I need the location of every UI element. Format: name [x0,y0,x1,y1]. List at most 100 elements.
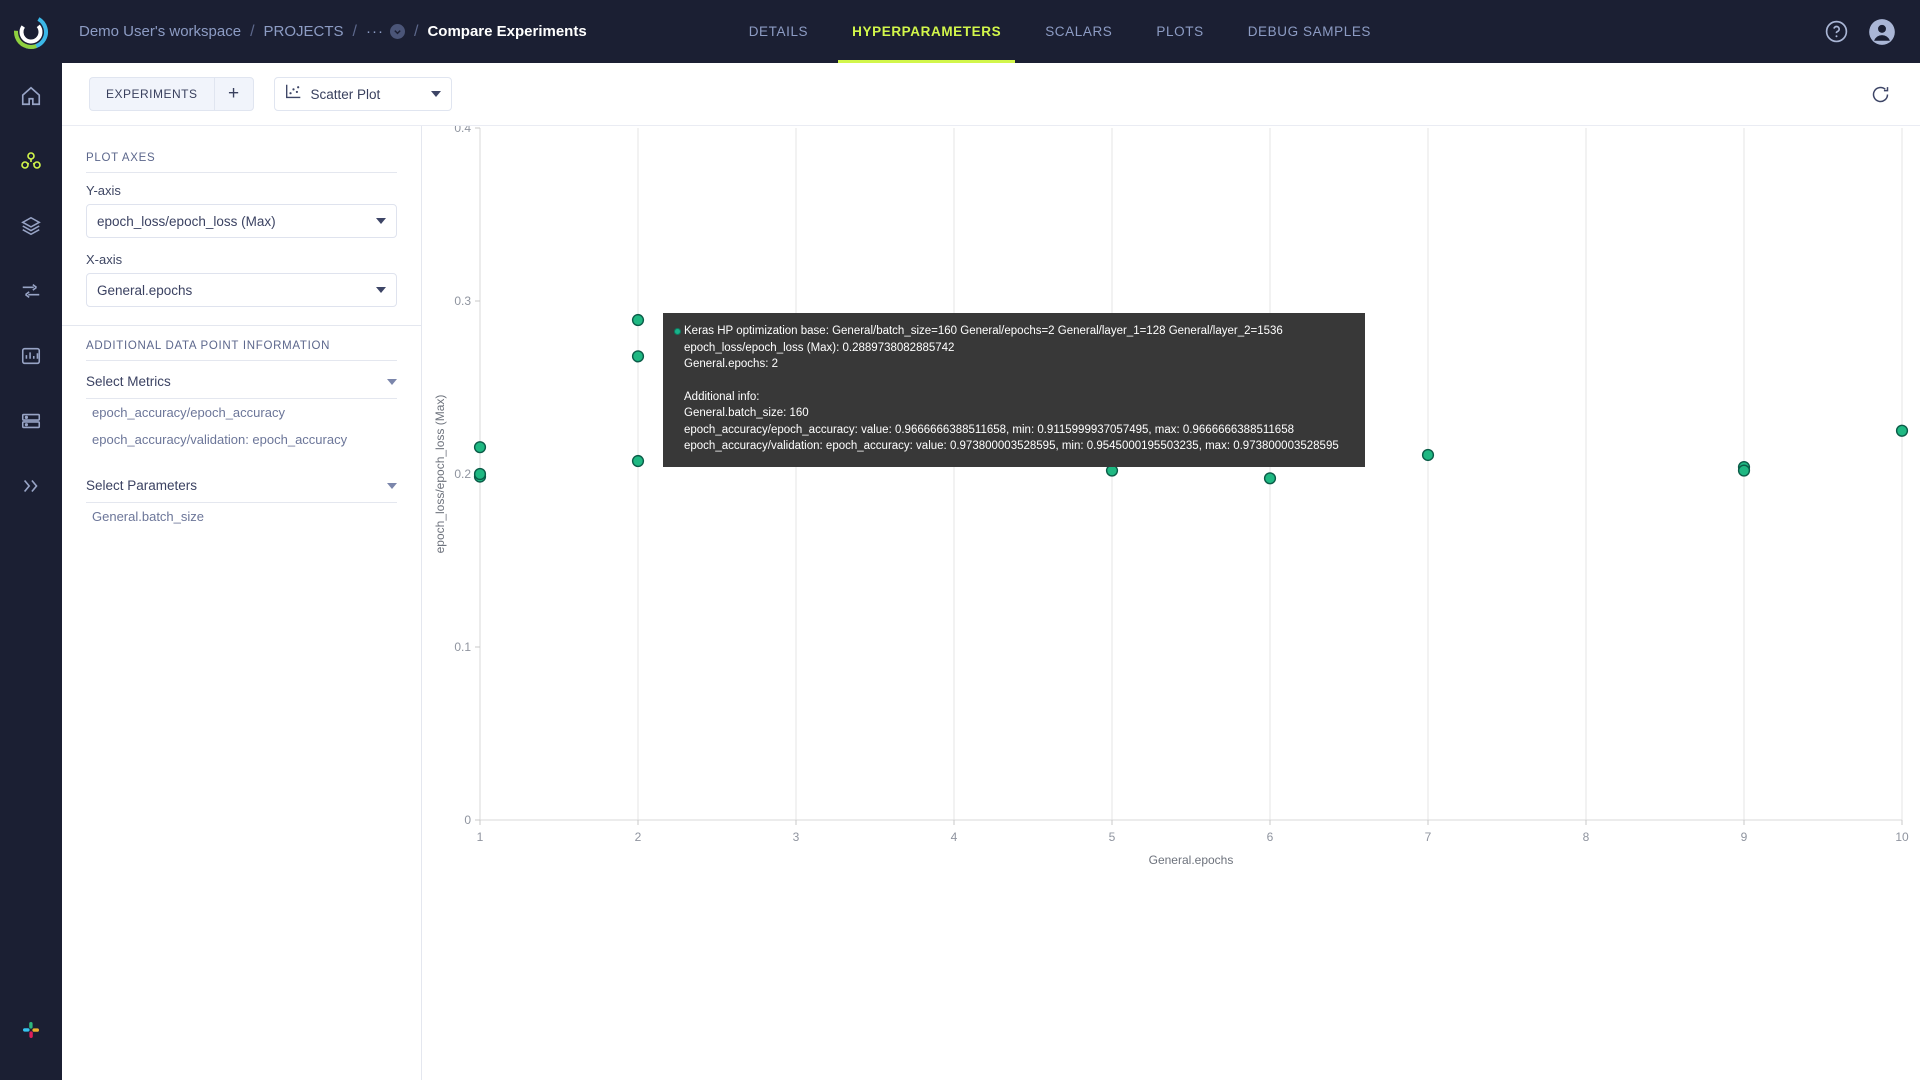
y-tick-label: 0.1 [454,640,471,654]
tooltip-parameter-line: General.epochs: 2 [684,358,778,370]
sidebar-item-models[interactable] [0,453,62,518]
x-tick-label: 3 [793,830,800,844]
tab-hyperparameters[interactable]: HYPERPARAMETERS [830,0,1023,63]
sidebar-item-workers[interactable] [0,388,62,453]
main-nav-tabs: DETAILS HYPERPARAMETERS SCALARS PLOTS DE… [727,0,1393,63]
tooltip-marker-dot [674,328,681,335]
tooltip-additional-header: Additional info: [684,390,760,403]
y-tick-label: 0.2 [454,467,471,481]
breadcrumb-workspace[interactable]: Demo User's workspace [79,23,241,40]
y-axis-select[interactable]: epoch_loss/epoch_loss (Max) [86,204,397,238]
sidebar-item-projects[interactable] [0,128,62,193]
chevron-down-icon[interactable] [390,24,405,39]
x-tick-label: 1 [477,830,484,844]
chevron-down-icon [430,91,441,97]
tooltip-title: Keras HP optimization base: General/batc… [684,325,1283,337]
divider [62,325,421,326]
scatter-point[interactable] [473,467,487,481]
metric-item[interactable]: epoch_accuracy/validation: epoch_accurac… [86,426,397,453]
y-axis-title: epoch_loss/epoch_loss (Max) [433,395,447,554]
plot-axes-title: PLOT AXES [86,152,156,164]
tab-details[interactable]: DETAILS [727,0,830,63]
x-tick-label: 9 [1741,830,1748,844]
sidebar-item-home[interactable] [0,63,62,128]
breadcrumb-current: Compare Experiments [427,23,587,40]
sidebar-item-reports[interactable] [0,323,62,388]
scatter-point[interactable] [1895,424,1909,437]
x-tick-label: 7 [1425,830,1432,844]
add-experiment-button[interactable]: + [213,77,254,111]
y-tick-label: 0 [464,813,471,827]
plot-config-sidebar: PLOT AXES Y-axis epoch_loss/epoch_loss (… [62,126,422,1080]
y-axis-label: Y-axis [86,183,121,198]
tooltip-additional-line: epoch_accuracy/epoch_accuracy: value: 0.… [684,423,1294,436]
scatter-point[interactable] [631,313,645,327]
additional-info-title: ADDITIONAL DATA POINT INFORMATION [86,340,331,352]
tab-plots[interactable]: PLOTS [1134,0,1225,63]
experiments-button[interactable]: EXPERIMENTS [89,77,214,111]
tooltip-additional-line: General.batch_size: 160 [684,407,809,419]
scatter-point[interactable] [1263,472,1277,485]
scatter-point[interactable] [1421,448,1435,462]
scatter-plot-chart[interactable]: 0 0.1 0.2 0.3 0.4 1 2 3 4 5 6 7 8 9 10 General.epochs ep… [422,126,1920,1080]
top-bar: Demo User's workspace / PROJECTS / ··· /… [62,0,1920,63]
tooltip-metric-line: epoch_loss/epoch_loss (Max): 0.288973808… [684,341,955,354]
account-circle-icon[interactable] [1868,18,1896,46]
breadcrumb-separator: / [414,22,419,40]
breadcrumb-separator: / [352,22,357,40]
left-nav-rail [0,0,62,1080]
y-tick-label: 0.3 [454,294,471,308]
scatter-plot-icon [285,83,302,105]
scatter-point[interactable] [473,441,487,454]
x-axis-field: X-axis General.epochs [62,242,421,311]
x-tick-label: 10 [1895,830,1909,844]
chevron-down-icon [376,218,386,224]
sidebar-item-pipelines[interactable] [0,258,62,323]
tooltip-additional-line: epoch_accuracy/validation: epoch_accurac… [684,440,1339,452]
chevron-down-icon [387,482,397,489]
breadcrumb-separator: / [250,22,255,40]
plot-type-value: Scatter Plot [310,86,381,102]
x-tick-label: 8 [1583,830,1590,844]
tab-debug-samples[interactable]: DEBUG SAMPLES [1226,0,1393,63]
x-tick-label: 6 [1267,830,1274,844]
scatter-point[interactable] [631,454,645,468]
breadcrumb: Demo User's workspace / PROJECTS / ··· /… [79,23,587,41]
select-metrics-toggle[interactable]: Select Metrics [86,365,397,399]
select-metrics-picker: Select Metrics epoch_accuracy/epoch_accu… [62,361,421,453]
x-tick-label: 5 [1109,830,1116,844]
x-axis-value: General.epochs [97,282,193,298]
y-tick-label: 0.4 [454,126,471,135]
scatter-point[interactable] [631,350,645,363]
datapoint-tooltip: Keras HP optimization base: General/batc… [663,313,1365,467]
tab-scalars[interactable]: SCALARS [1023,0,1134,63]
plot-type-select[interactable]: Scatter Plot [273,77,452,111]
sidebar-item-datasets[interactable] [0,193,62,258]
x-tick-label: 2 [635,830,642,844]
select-parameters-picker: Select Parameters General.batch_size [62,465,421,530]
x-tick-label: 4 [951,830,958,844]
scatter-point[interactable] [1737,464,1751,477]
parameter-item[interactable]: General.batch_size [86,503,397,530]
chevron-down-icon [376,287,386,293]
help-circle-icon[interactable] [1822,18,1850,46]
x-axis-title: General.epochs [1149,853,1234,867]
y-axis-value: epoch_loss/epoch_loss (Max) [97,213,276,229]
x-axis-label: X-axis [86,252,123,267]
select-parameters-toggle[interactable]: Select Parameters [86,469,397,503]
scatter-point[interactable] [1105,464,1119,477]
metric-item[interactable]: epoch_accuracy/epoch_accuracy [86,399,397,426]
clearml-logo-icon[interactable] [0,0,62,63]
experiments-button-group: EXPERIMENTS + [89,77,254,111]
tooltip-spacer [674,373,1354,389]
toolbar: EXPERIMENTS + Scatter Plot [62,63,1920,126]
breadcrumb-overflow-dots[interactable]: ··· [366,23,384,40]
y-axis-field: Y-axis epoch_loss/epoch_loss (Max) [62,173,421,242]
slack-icon[interactable] [0,997,62,1062]
top-bar-actions [1822,18,1896,46]
breadcrumb-projects[interactable]: PROJECTS [264,23,344,40]
select-metrics-label: Select Metrics [86,374,171,389]
chevron-down-icon [387,378,397,385]
refresh-icon[interactable] [1865,79,1895,109]
x-axis-select[interactable]: General.epochs [86,273,397,307]
